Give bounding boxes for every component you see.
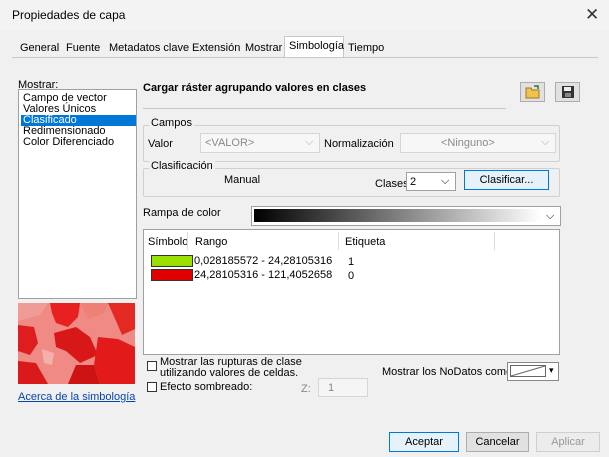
nodata-label: Mostrar los NoDatos como (382, 366, 513, 378)
raster-preview-image (18, 303, 135, 384)
open-folder-button[interactable] (520, 82, 545, 102)
classes-label: Clases (375, 178, 409, 190)
classification-group-label: Clasificación (149, 160, 215, 172)
tab-extension[interactable]: Extensión (192, 42, 240, 57)
save-icon (561, 86, 574, 98)
classify-button[interactable]: Clasificar... (464, 170, 549, 190)
nodata-swatch-icon (510, 365, 546, 377)
chevron-down-icon: ⌵ (541, 136, 550, 148)
cancel-button[interactable]: Cancelar (466, 432, 529, 452)
apply-button[interactable]: Aplicar (536, 432, 600, 452)
symbol-swatch[interactable] (151, 269, 193, 281)
tab-general[interactable]: General (20, 42, 59, 57)
table-header-symbol: Símbolo (148, 236, 189, 248)
class-table[interactable]: Símbolo Rango Etiqueta 0,028185572 - 24,… (143, 229, 560, 355)
symbol-swatch[interactable] (151, 255, 193, 267)
show-breaks-checkbox[interactable] (147, 361, 157, 371)
range-cell: 24,28105316 - 121,4052658 (194, 269, 333, 281)
table-row[interactable]: 24,28105316 - 121,4052658 0 (148, 269, 554, 282)
dropdown-arrow-icon: ▾ (549, 365, 554, 375)
chevron-down-icon: ⌵ (441, 175, 450, 187)
tab-tiempo[interactable]: Tiempo (348, 42, 384, 57)
folder-icon (525, 85, 539, 99)
list-item-color-diferenciado[interactable]: Color Diferenciado (21, 137, 136, 148)
color-ramp-label: Rampa de color (143, 207, 221, 219)
window-title: Propiedades de capa (12, 8, 126, 22)
about-symbology-link[interactable]: Acerca de la simbología (18, 391, 135, 403)
value-select[interactable]: <VALOR> ⌵ (200, 133, 320, 153)
value-label: Valor (148, 138, 173, 150)
fields-group-label: Campos (149, 117, 194, 129)
classes-select-value: 2 (410, 176, 417, 188)
table-row[interactable]: 0,028185572 - 24,28105316 1 (148, 255, 554, 268)
normalization-label: Normalización (324, 138, 394, 150)
hillshade-label: Efecto sombreado: (160, 381, 253, 393)
value-select-text: <VALOR> (205, 137, 255, 149)
ok-button[interactable]: Aceptar (389, 432, 459, 452)
show-breaks-label: Mostrar las rupturas de clase utilizando… (160, 356, 302, 379)
close-icon[interactable]: ✕ (585, 5, 599, 25)
classification-method: Manual (224, 174, 261, 186)
symbology-title: Cargar ráster agrupando valores en clase… (143, 82, 506, 109)
range-cell: 0,028185572 - 24,28105316 (194, 255, 333, 267)
chevron-down-icon: ⌵ (305, 136, 314, 148)
save-button[interactable] (555, 82, 580, 102)
tab-mostrar[interactable]: Mostrar (245, 42, 282, 57)
tab-simbologia[interactable]: Simbología (284, 36, 344, 57)
z-input[interactable]: 1 (318, 378, 368, 397)
normalization-select-text: <Ninguno> (441, 137, 495, 149)
classes-select[interactable]: 2 ⌵ (406, 172, 456, 191)
z-label: Z: (301, 383, 311, 395)
tab-divider (12, 57, 598, 58)
tab-metadatos[interactable]: Metadatos clave (109, 42, 189, 57)
label-cell: 1 (348, 256, 355, 268)
z-input-value: 1 (328, 382, 335, 394)
show-list[interactable]: Campo de vector Valores Únicos Clasifica… (18, 89, 137, 299)
color-ramp-select[interactable]: ⌵ (251, 206, 561, 226)
chevron-down-icon: ⌵ (546, 210, 555, 222)
label-cell: 0 (348, 270, 355, 282)
normalization-select[interactable]: <Ninguno> ⌵ (400, 133, 556, 153)
table-header-label: Etiqueta (345, 236, 386, 248)
table-header-range: Rango (195, 236, 228, 248)
tab-fuente[interactable]: Fuente (66, 42, 100, 57)
hillshade-checkbox[interactable] (147, 382, 157, 392)
nodata-color-picker[interactable]: ▾ (507, 362, 559, 381)
color-ramp-gradient (254, 209, 541, 222)
